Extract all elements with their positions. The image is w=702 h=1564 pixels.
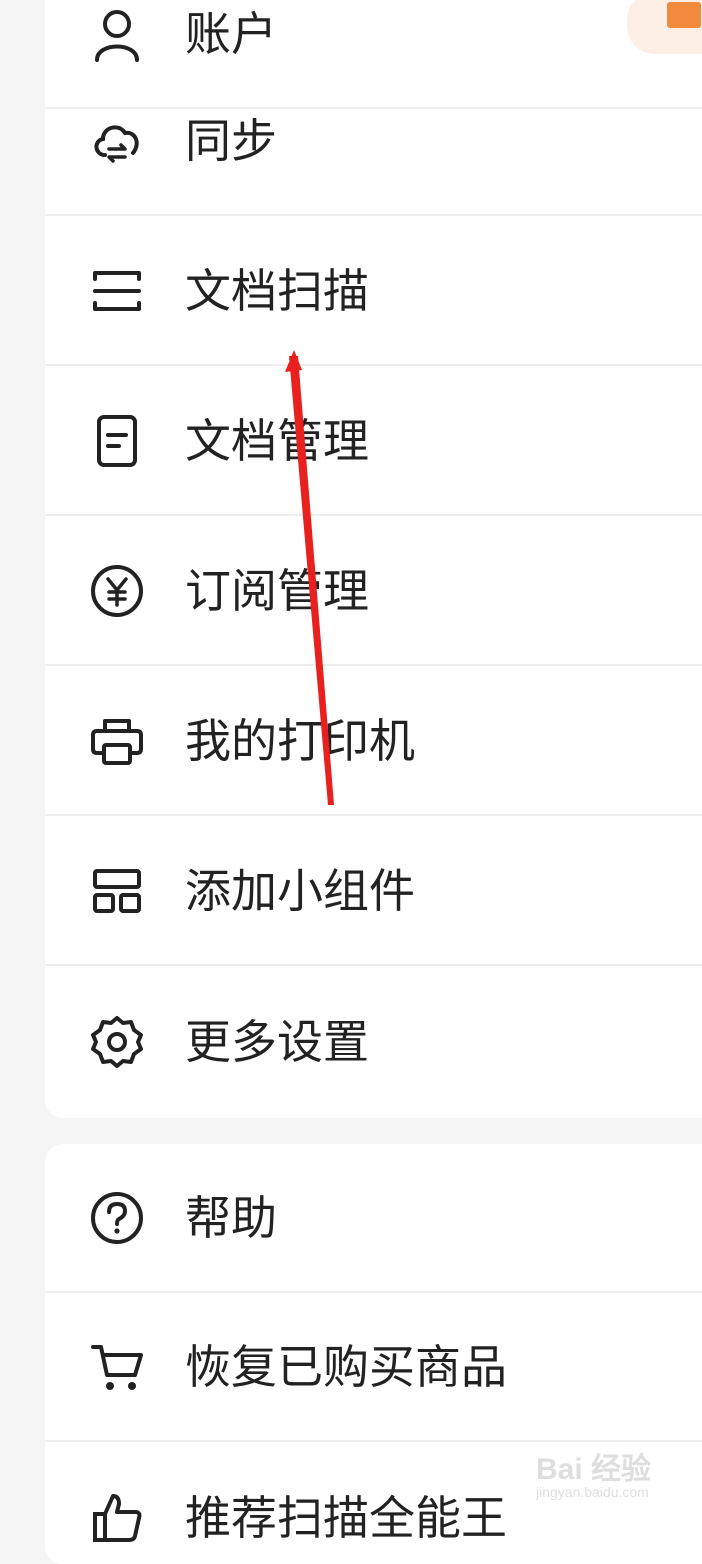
- cloud-sync-icon: [89, 113, 145, 169]
- gear-icon: [89, 1014, 145, 1070]
- printer-icon: [89, 713, 145, 769]
- menu-item-label: 账户: [185, 6, 277, 61]
- widget-icon: [89, 863, 145, 919]
- scan-icon: [89, 263, 145, 319]
- help-icon: [89, 1190, 145, 1246]
- menu-item-document-management[interactable]: 文档管理: [45, 367, 702, 516]
- menu-item-add-widget[interactable]: 添加小组件: [45, 817, 702, 966]
- yen-circle-icon: [89, 563, 145, 619]
- menu-item-label: 我的打印机: [185, 713, 415, 768]
- watermark-brand: Bai 经验: [536, 1453, 652, 1486]
- menu-item-label: 添加小组件: [185, 863, 415, 918]
- thumbs-up-icon: [89, 1490, 145, 1546]
- menu-item-label: 恢复已购买商品: [185, 1339, 507, 1394]
- gift-icon: [667, 2, 701, 28]
- menu-item-label: 订阅管理: [185, 563, 369, 618]
- menu-item-label: 帮助: [185, 1190, 277, 1245]
- watermark: Bai 经验 jingyan.baidu.com: [536, 1440, 672, 1504]
- menu-item-label: 文档管理: [185, 413, 369, 468]
- menu-item-sync[interactable]: 同步: [45, 67, 702, 216]
- document-icon: [89, 413, 145, 469]
- menu-item-restore-purchases[interactable]: 恢复已购买商品: [45, 1293, 702, 1442]
- menu-item-document-scan[interactable]: 文档扫描: [45, 217, 702, 366]
- menu-item-label: 同步: [185, 113, 277, 168]
- menu-item-label: 文档扫描: [185, 263, 369, 318]
- menu-item-my-printer[interactable]: 我的打印机: [45, 667, 702, 816]
- main-menu-card: 账户 同步 文档扫描 文档管理 订阅管理 我的打印机 添加小组件 更多设置: [45, 0, 702, 1118]
- menu-item-subscription[interactable]: 订阅管理: [45, 517, 702, 666]
- cart-icon: [89, 1339, 145, 1395]
- menu-item-label: 推荐扫描全能王: [185, 1490, 507, 1545]
- watermark-site: jingyan.baidu.com: [536, 1484, 649, 1500]
- menu-item-more-settings[interactable]: 更多设置: [45, 967, 702, 1116]
- menu-item-label: 更多设置: [185, 1014, 369, 1069]
- account-icon: [89, 6, 145, 62]
- menu-item-help[interactable]: 帮助: [45, 1144, 702, 1293]
- gift-badge[interactable]: [627, 0, 702, 54]
